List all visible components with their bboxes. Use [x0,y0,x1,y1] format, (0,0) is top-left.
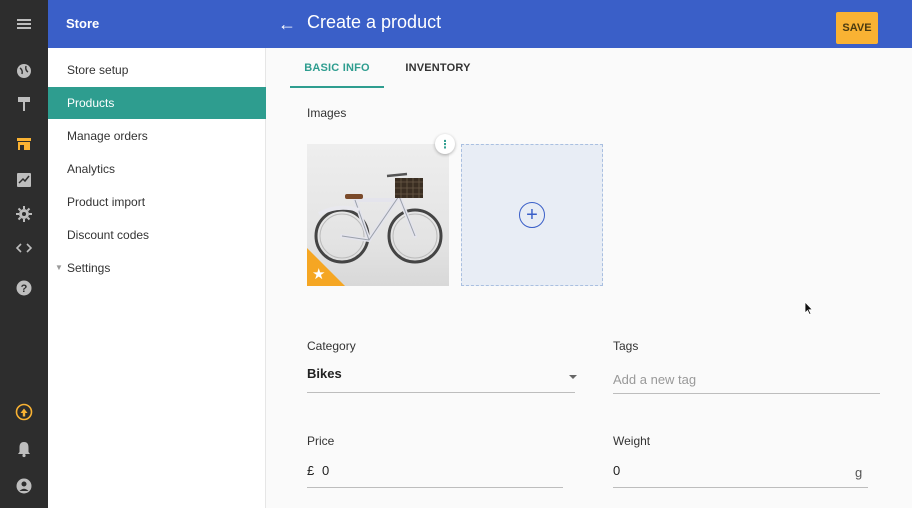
category-label: Category [307,339,356,353]
weight-input[interactable]: 0 [613,463,620,478]
sidebar-item-label: Settings [67,261,111,275]
sidebar-item-label: Discount codes [67,228,150,242]
image-menu-button[interactable]: ⋮ [435,134,455,154]
caret-down-icon: ▼ [55,263,63,272]
tags-label: Tags [613,339,639,353]
sidebar-item-products[interactable]: Products [48,87,266,119]
add-image-button[interactable]: + [461,144,603,286]
icon-rail: ? [0,0,48,508]
sidebar-item-product-import[interactable]: Product import [48,186,266,218]
sidebar-item-manage-orders[interactable]: Manage orders [48,120,266,152]
weight-label: Weight [613,434,651,448]
sidebar-item-label: Manage orders [67,129,148,143]
star-icon: ★ [312,266,326,283]
menu-icon[interactable] [12,12,36,36]
chart-icon[interactable] [12,168,36,192]
save-button[interactable]: SAVE [836,12,878,44]
sidebar-item-label: Store setup [67,63,129,77]
images-label: Images [307,106,347,120]
tags-input[interactable]: Add a new tag [613,372,696,387]
store-icon[interactable] [12,132,36,156]
svg-text:?: ? [21,283,28,295]
add-circle-icon: + [519,202,545,228]
upgrade-icon[interactable] [12,400,36,424]
price-underline [307,487,563,488]
sidebar-item-label: Analytics [67,162,116,176]
account-icon[interactable] [12,474,36,498]
currency-symbol: £ [307,463,315,478]
main-content: BASIC INFO INVENTORY Images ⋮ ★ + Catego… [267,48,912,508]
back-arrow-icon[interactable]: ← [278,13,296,35]
settings-icon[interactable] [12,202,36,226]
tags-underline [613,393,880,394]
top-bar: Store ← Create a product SAVE [48,0,912,48]
app-window: ? Store ← Create a product SAVE Store se… [0,0,912,508]
sidebar-nav: Store setup Products Manage orders Analy… [48,48,266,508]
weight-unit: g [855,465,863,480]
sidebar-item-store-setup[interactable]: Store setup [48,54,266,86]
price-label: Price [307,434,335,448]
active-tab-indicator [290,86,384,88]
category-underline [307,392,575,393]
tab-inventory[interactable]: INVENTORY [395,48,481,88]
tab-basic-info[interactable]: BASIC INFO [290,48,384,88]
paint-roller-icon[interactable] [12,92,36,116]
globe-icon[interactable] [12,59,36,83]
help-icon[interactable]: ? [12,276,36,300]
notifications-icon[interactable] [12,437,36,461]
sidebar-item-discount-codes[interactable]: Discount codes [48,219,266,251]
dropdown-arrow-icon[interactable] [569,375,577,379]
mouse-cursor-icon [804,301,814,315]
category-select[interactable]: Bikes [307,366,342,381]
page-title: Create a product [307,12,442,32]
sidebar-item-analytics[interactable]: Analytics [48,153,266,185]
code-icon[interactable] [12,236,36,260]
weight-underline [613,487,868,488]
store-title: Store [66,16,100,31]
sidebar-item-label: Product import [67,195,146,209]
sidebar-item-label: Products [67,96,115,110]
price-input[interactable]: 0 [322,463,329,478]
sidebar-item-settings[interactable]: ▼ Settings [48,252,266,284]
